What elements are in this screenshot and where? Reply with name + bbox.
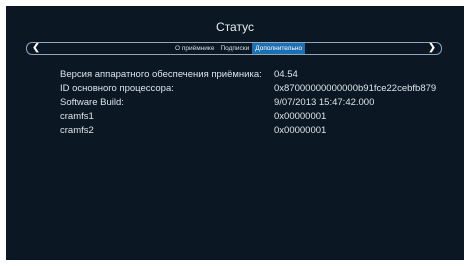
tabs: О приёмнике Подписки Дополнительно — [172, 43, 306, 54]
row-value: 04.54 — [274, 69, 298, 80]
tab-subscriptions[interactable]: Подписки — [217, 43, 252, 54]
row-label: cramfs2 — [60, 125, 94, 136]
row-label: Версия аппаратного обеспечения приёмника… — [60, 69, 262, 80]
chevron-left-icon[interactable]: ❮ — [30, 42, 42, 53]
status-screen: Статус ❮ О приёмнике Подписки Дополнител… — [6, 6, 464, 260]
list-item: ID основного процессора: 0x8700000000000… — [60, 83, 464, 97]
row-value: 0x00000001 — [274, 125, 327, 136]
tab-additional[interactable]: Дополнительно — [252, 43, 306, 54]
row-label: ID основного процессора: — [60, 83, 174, 94]
list-item: cramfs1 0x00000001 — [60, 111, 464, 125]
chevron-right-icon[interactable]: ❯ — [426, 42, 438, 53]
info-list: Версия аппаратного обеспечения приёмника… — [60, 69, 464, 139]
tab-receiver[interactable]: О приёмнике — [172, 43, 217, 54]
list-item: Software Build: 9/07/2013 15:47:42.000 — [60, 97, 464, 111]
page-title: Статус — [216, 20, 254, 34]
row-label: Software Build: — [60, 97, 124, 108]
list-item: Версия аппаратного обеспечения приёмника… — [60, 69, 464, 83]
list-item: cramfs2 0x00000001 — [60, 125, 464, 139]
row-value: 9/07/2013 15:47:42.000 — [274, 97, 375, 108]
row-value: 0x87000000000000b91fce22cebfb879 — [274, 83, 437, 94]
row-label: cramfs1 — [60, 111, 94, 122]
tab-bar: ❮ О приёмнике Подписки Дополнительно ❯ — [26, 42, 442, 55]
row-value: 0x00000001 — [274, 111, 327, 122]
